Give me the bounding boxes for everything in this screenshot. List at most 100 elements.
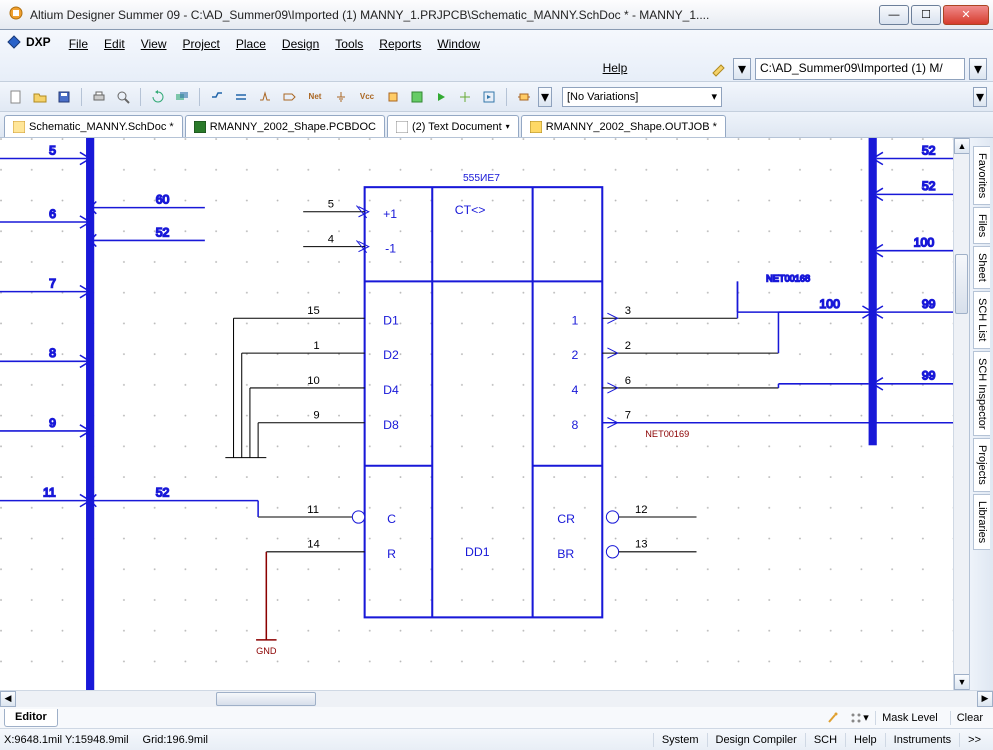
netlabel-icon[interactable]: Net (303, 87, 327, 107)
scroll-up[interactable]: ▲ (954, 138, 969, 154)
status-bar: X:9648.1mil Y:15948.9mil Grid:196.9mil S… (0, 728, 993, 750)
svg-text:4: 4 (572, 383, 579, 397)
tab-schematic[interactable]: Schematic_MANNY.SchDoc * (4, 115, 183, 137)
panel-projects[interactable]: Projects (973, 438, 990, 492)
svg-text:99: 99 (922, 369, 936, 383)
status-sch[interactable]: SCH (805, 733, 845, 747)
tab-text[interactable]: (2) Text Document ▾ (387, 115, 519, 137)
vscroll-thumb[interactable] (955, 254, 968, 314)
toolbar-overflow[interactable]: ▾ (973, 87, 987, 107)
status-system[interactable]: System (653, 733, 707, 747)
menu-reports[interactable]: Reports (371, 34, 429, 54)
title-bar: Altium Designer Summer 09 - C:\AD_Summer… (0, 0, 993, 30)
svg-text:NET00169: NET00169 (645, 429, 689, 439)
part-icon[interactable] (383, 87, 403, 107)
bus-icon[interactable] (231, 87, 251, 107)
maximize-button[interactable]: ☐ (911, 5, 941, 25)
new-icon[interactable] (6, 87, 26, 107)
sheet-icon[interactable] (407, 87, 427, 107)
draw-tool-dropdown[interactable]: ▾ (733, 58, 751, 80)
scroll-right[interactable]: ▶ (977, 691, 993, 707)
tab-label: RMANNY_2002_Shape.OUTJOB * (546, 121, 717, 133)
menu-view[interactable]: View (133, 34, 175, 54)
panel-files[interactable]: Files (973, 207, 990, 244)
gesture-icon[interactable] (823, 708, 843, 728)
path-dropdown[interactable]: ▾ (969, 58, 987, 80)
sch-icon (13, 121, 25, 133)
panel-sch-inspector[interactable]: SCH Inspector (973, 351, 990, 437)
print-icon[interactable] (89, 87, 109, 107)
menu-file[interactable]: File (61, 34, 96, 54)
mask-level-button[interactable]: Mask Level (875, 711, 944, 725)
goto-icon[interactable] (479, 87, 499, 107)
tab-label: (2) Text Document (412, 121, 502, 133)
svg-text:DD1: DD1 (465, 545, 490, 559)
component-icon[interactable] (514, 87, 534, 107)
panel-favorites[interactable]: Favorites (973, 146, 990, 205)
svg-text:52: 52 (922, 179, 936, 193)
open-icon[interactable] (30, 87, 50, 107)
svg-text:D4: D4 (383, 383, 399, 397)
menu-design[interactable]: Design (274, 34, 327, 54)
editor-tab-row: Editor ▾ Mask Level Clear (0, 706, 993, 728)
menu-place[interactable]: Place (228, 34, 274, 54)
wire-icon[interactable] (207, 87, 227, 107)
filter-icon[interactable]: ▾ (849, 708, 869, 728)
minimize-button[interactable]: — (879, 5, 909, 25)
scroll-down[interactable]: ▼ (954, 674, 969, 690)
vertical-scrollbar[interactable]: ▲ ▼ (953, 138, 969, 690)
tab-pcb[interactable]: RMANNY_2002_Shape.PCBDOC (185, 115, 385, 137)
hscroll-thumb[interactable] (216, 692, 316, 706)
run-icon[interactable] (431, 87, 451, 107)
svg-text:52: 52 (922, 143, 936, 157)
path-box[interactable]: C:\AD_Summer09\Imported (1) M/ (755, 58, 965, 80)
tab-outjob[interactable]: RMANNY_2002_Shape.OUTJOB * (521, 115, 726, 137)
preview-icon[interactable] (113, 87, 133, 107)
svg-text:5: 5 (49, 143, 56, 157)
menu-help[interactable]: Help (595, 58, 636, 78)
svg-text:D8: D8 (383, 418, 399, 432)
status-instruments[interactable]: Instruments (885, 733, 959, 747)
save-icon[interactable] (54, 87, 74, 107)
status-design-compiler[interactable]: Design Compiler (707, 733, 805, 747)
layers-icon[interactable] (172, 87, 192, 107)
port-icon[interactable] (279, 87, 299, 107)
app-icon (8, 5, 24, 24)
svg-text:CT<>: CT<> (455, 203, 486, 217)
panel-libraries[interactable]: Libraries (973, 494, 990, 550)
dxp-menu[interactable]: DXP (6, 34, 51, 50)
svg-text:-1: -1 (385, 242, 396, 256)
svg-text:D1: D1 (383, 313, 399, 327)
panel-sch-list[interactable]: SCH List (973, 291, 990, 348)
gnd-icon[interactable] (331, 87, 351, 107)
menu-project[interactable]: Project (175, 34, 228, 54)
svg-text:13: 13 (635, 539, 648, 551)
scroll-left[interactable]: ◀ (0, 691, 16, 707)
menu-window[interactable]: Window (429, 34, 488, 54)
svg-text:GND: GND (256, 646, 277, 656)
tab-dropdown[interactable]: ▾ (506, 122, 510, 131)
clear-button[interactable]: Clear (950, 711, 989, 725)
cross-icon[interactable] (455, 87, 475, 107)
variations-select[interactable]: [No Variations]▾ (562, 87, 722, 107)
menu-edit[interactable]: Edit (96, 34, 133, 54)
editor-tab[interactable]: Editor (4, 709, 58, 727)
status-help[interactable]: Help (845, 733, 885, 747)
horizontal-scrollbar[interactable]: ◀ ▶ (0, 690, 993, 706)
status-grid: Grid:196.9mil (143, 734, 208, 746)
panel-sheet[interactable]: Sheet (973, 246, 990, 289)
svg-text:+1: +1 (383, 207, 397, 221)
svg-text:10: 10 (307, 375, 320, 387)
refresh-icon[interactable] (148, 87, 168, 107)
svg-text:8: 8 (49, 346, 56, 360)
menu-tools[interactable]: Tools (327, 34, 371, 54)
component-dropdown[interactable]: ▾ (538, 87, 552, 107)
svg-text:D2: D2 (383, 348, 399, 362)
draw-tool-icon[interactable] (709, 59, 729, 79)
signal-icon[interactable] (255, 87, 275, 107)
schematic-canvas[interactable]: 5 6 7 8 9 11 60 52 52 52 52 100 99 99 (0, 138, 969, 690)
svg-text:99: 99 (922, 297, 936, 311)
vcc-icon[interactable]: Vcc (355, 87, 379, 107)
status-more[interactable]: >> (959, 733, 989, 747)
close-button[interactable]: ✕ (943, 5, 989, 25)
